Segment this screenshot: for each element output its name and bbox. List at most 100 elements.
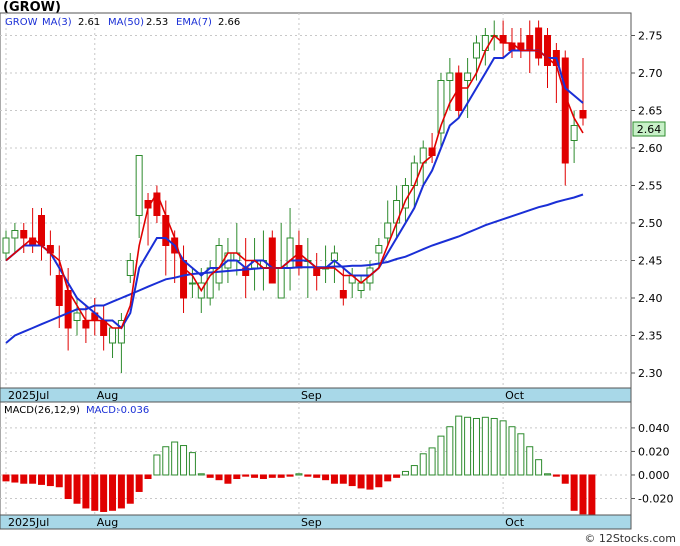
macd-bar bbox=[46, 474, 54, 487]
candle-body bbox=[446, 72, 454, 81]
macd-bar bbox=[517, 433, 525, 476]
macd-bar bbox=[375, 474, 383, 488]
macd-tick-label: 0.000 bbox=[638, 469, 670, 482]
macd-bar bbox=[393, 474, 401, 478]
legend-ma3: MA(3) bbox=[42, 17, 72, 28]
macd-bar bbox=[437, 435, 445, 476]
macd-bar bbox=[313, 474, 321, 478]
macd-bar bbox=[126, 474, 134, 504]
macd-bar bbox=[38, 474, 46, 485]
candle-body bbox=[384, 222, 392, 239]
macd-bar bbox=[499, 420, 507, 476]
macd-bar bbox=[410, 465, 418, 476]
macd-bar bbox=[206, 474, 214, 478]
macd-legend-label: MACD: bbox=[86, 405, 119, 416]
macd-bar bbox=[233, 474, 241, 480]
macd-bar bbox=[543, 473, 551, 476]
legend-ema7-value: 2.66 bbox=[218, 17, 240, 28]
candle-body bbox=[82, 320, 90, 329]
candle-body bbox=[277, 267, 285, 299]
legend-ma3-value: 2.61 bbox=[78, 17, 100, 28]
price-x-label: Sep bbox=[301, 389, 322, 402]
price-tick-label: 2.75 bbox=[638, 30, 663, 43]
price-tick-label: 2.55 bbox=[638, 180, 663, 193]
macd-bar bbox=[100, 474, 108, 512]
macd-bar bbox=[162, 446, 170, 476]
macd-bar bbox=[401, 470, 409, 476]
macd-bar bbox=[153, 454, 161, 476]
macd-bar bbox=[29, 474, 37, 484]
macd-bar bbox=[322, 474, 330, 481]
macd-bar bbox=[11, 474, 19, 483]
price-tick-label: 2.35 bbox=[638, 330, 663, 343]
macd-bar bbox=[330, 474, 338, 484]
price-y-ticks: 2.75 2.70 2.65 2.60 2.55 2.50 2.45 2.40 2.35 2.30 bbox=[631, 30, 663, 380]
macd-bar bbox=[224, 474, 232, 484]
macd-bar bbox=[526, 446, 534, 476]
macd-bar bbox=[464, 416, 472, 476]
candle-body bbox=[109, 327, 117, 344]
macd-bar bbox=[384, 474, 392, 482]
macd-bar bbox=[215, 474, 223, 481]
last-price-label: 2.64 bbox=[637, 123, 662, 136]
macd-tick-label: 0.020 bbox=[638, 445, 670, 458]
candle-body bbox=[561, 57, 569, 164]
macd-bar bbox=[180, 445, 188, 476]
macd-x-label: Oct bbox=[505, 516, 525, 529]
candle-body bbox=[543, 35, 551, 66]
price-x-label: 2025Jul bbox=[8, 389, 49, 402]
candle-body bbox=[339, 290, 347, 299]
macd-bar bbox=[286, 474, 294, 477]
macd-bar bbox=[357, 474, 365, 489]
macd-bar bbox=[55, 474, 63, 488]
candle-body bbox=[188, 282, 196, 285]
macd-x-label: Sep bbox=[301, 516, 322, 529]
legend-ma50-value: 2.53 bbox=[146, 17, 168, 28]
candle-body bbox=[38, 215, 46, 246]
macd-bar bbox=[171, 441, 179, 476]
macd-bar bbox=[570, 474, 578, 511]
candle-body bbox=[579, 110, 587, 119]
macd-bar bbox=[242, 474, 250, 477]
macd-bar bbox=[561, 474, 569, 484]
macd-bar bbox=[552, 474, 560, 477]
macd-y-ticks: 0.040 0.020 0.000 -0.020 bbox=[631, 422, 673, 506]
macd-bar bbox=[268, 474, 276, 478]
macd-bar bbox=[64, 474, 72, 500]
macd-bar bbox=[2, 474, 10, 482]
macd-x-label: 2025Jul bbox=[8, 516, 49, 529]
stock-chart: 2.75 2.70 2.65 2.60 2.55 2.50 2.45 2.40 2.35 2.30… bbox=[0, 12, 673, 530]
legend-ticker: GROW bbox=[5, 17, 38, 28]
macd-bar bbox=[446, 426, 454, 476]
macd-bar bbox=[277, 474, 285, 478]
macd-tick-label: 0.040 bbox=[638, 422, 670, 435]
macd-tick-label: -0.020 bbox=[638, 493, 673, 506]
candle-body bbox=[135, 155, 143, 216]
macd-bar bbox=[251, 474, 259, 478]
candle-body bbox=[11, 230, 19, 239]
macd-bar bbox=[535, 459, 543, 476]
macd-bar bbox=[339, 474, 347, 484]
macd-bar bbox=[472, 417, 480, 476]
candle-body bbox=[73, 312, 81, 321]
price-tick-label: 2.40 bbox=[638, 292, 663, 305]
macd-bar bbox=[481, 416, 489, 476]
macd-bar bbox=[73, 474, 81, 504]
candle-body bbox=[357, 282, 365, 291]
macd-x-label: Aug bbox=[97, 516, 118, 529]
macd-bar bbox=[419, 453, 427, 476]
macd-bar bbox=[579, 474, 587, 515]
macd-bar bbox=[117, 474, 125, 509]
candle-body bbox=[472, 42, 480, 59]
price-tick-label: 2.45 bbox=[638, 255, 663, 268]
candle-body bbox=[295, 245, 303, 269]
candle-body bbox=[570, 125, 578, 141]
macd-bar bbox=[490, 417, 498, 476]
macd-legend-value: -0.036 bbox=[117, 405, 149, 416]
macd-bar bbox=[366, 474, 374, 490]
macd-bar bbox=[188, 452, 196, 476]
macd-bar bbox=[455, 415, 463, 476]
price-tick-label: 2.70 bbox=[638, 67, 663, 80]
candle-body bbox=[2, 237, 10, 254]
price-tick-label: 2.50 bbox=[638, 217, 663, 230]
